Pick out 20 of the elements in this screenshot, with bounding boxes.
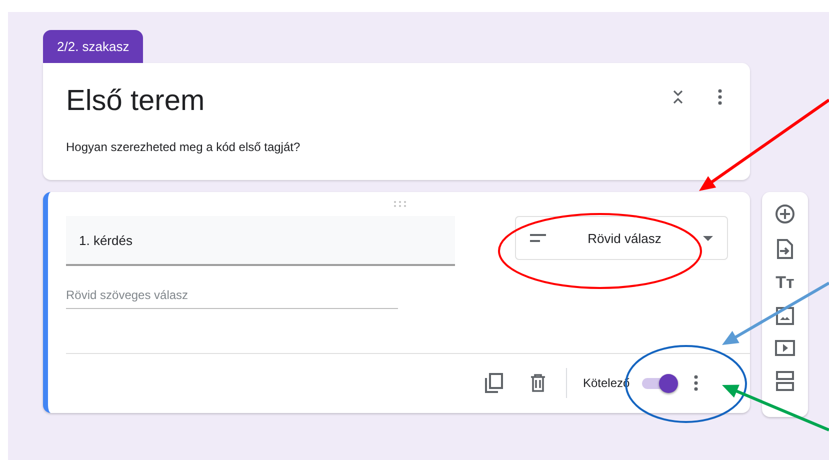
question-title-field[interactable]: 1. kérdés (66, 216, 455, 266)
more-icon[interactable] (718, 89, 722, 105)
collapse-icon[interactable] (672, 89, 684, 105)
copy-icon[interactable] (485, 373, 503, 393)
answer-field[interactable]: Rövid szöveges válasz (66, 288, 398, 309)
drag-handle-icon[interactable] (393, 200, 407, 208)
question-more-icon[interactable] (694, 375, 698, 391)
short-text-icon (530, 234, 546, 242)
section-title: Első terem (66, 85, 205, 118)
question-type-dropdown[interactable]: Rövid válasz (515, 216, 728, 260)
caret-icon (703, 236, 713, 240)
required-toggle[interactable] (640, 373, 678, 393)
section-description: Hogyan szerezheted meg a kód első tagját? (66, 140, 302, 154)
video-icon[interactable] (775, 340, 795, 356)
add-icon[interactable] (775, 204, 795, 224)
trash-icon[interactable] (530, 374, 546, 392)
image-icon[interactable] (776, 307, 794, 325)
import-icon[interactable] (777, 239, 793, 259)
title-icon[interactable]: Tт (776, 274, 794, 292)
section-icon[interactable] (776, 371, 794, 391)
